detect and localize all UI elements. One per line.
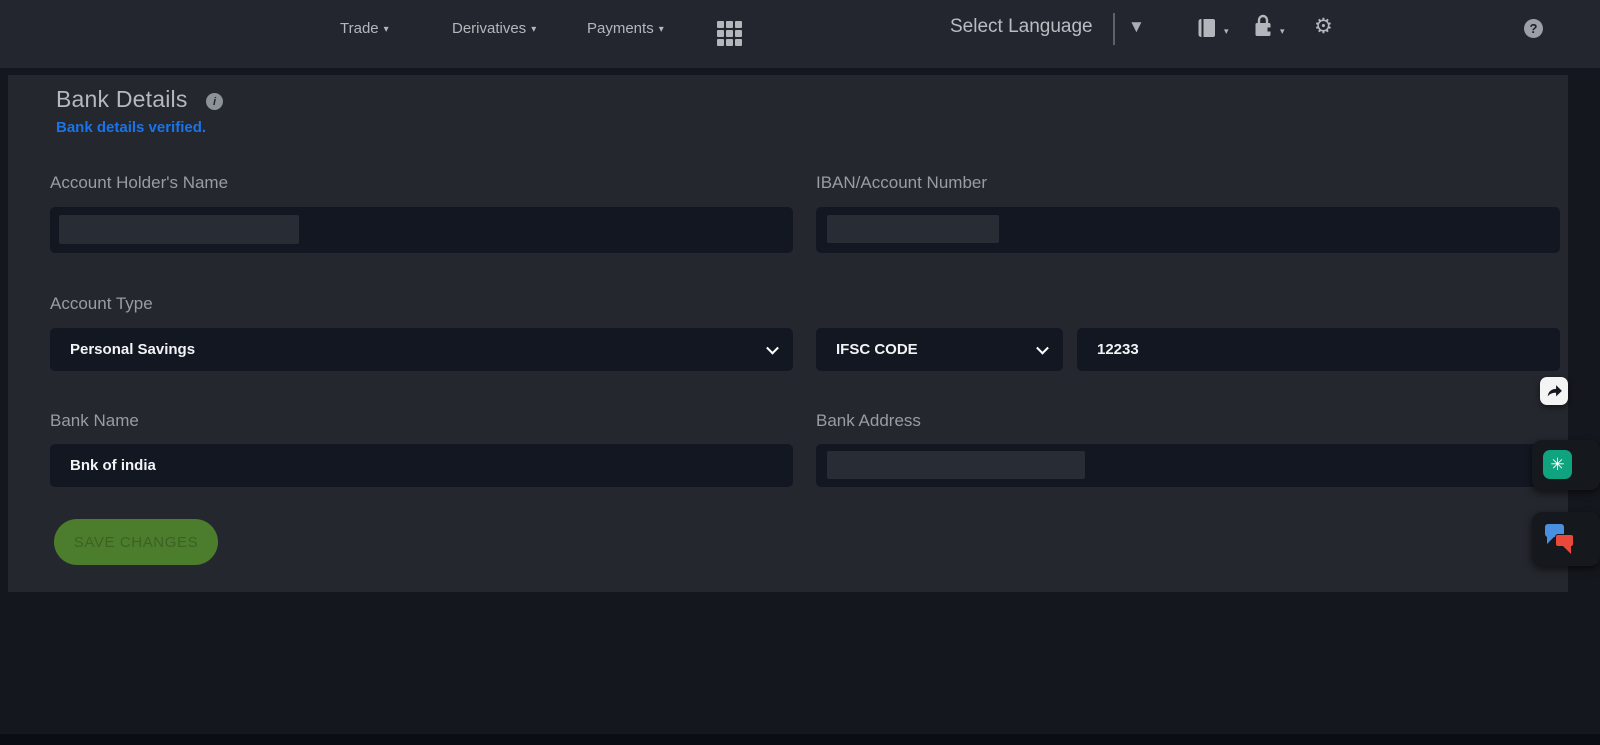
bank-name-input[interactable] bbox=[50, 444, 793, 487]
language-dropdown-triangle-icon[interactable]: ▼ bbox=[1128, 17, 1145, 37]
iban-label: IBAN/Account Number bbox=[816, 173, 988, 192]
book-icon[interactable] bbox=[1196, 17, 1218, 41]
chatgpt-widget: ✳ bbox=[1532, 440, 1600, 490]
book-caret-down-icon[interactable]: ▾ bbox=[1224, 26, 1229, 37]
nav-menu-payments[interactable]: Payments ▾ bbox=[587, 20, 664, 37]
apps-grid-icon[interactable] bbox=[716, 20, 742, 46]
language-divider bbox=[1113, 13, 1115, 45]
info-icon[interactable]: i bbox=[206, 93, 223, 110]
account-holder-label: Account Holder's Name bbox=[50, 173, 229, 192]
chat-bubbles-widget bbox=[1532, 512, 1600, 566]
nav-menu-derivatives[interactable]: Derivatives ▾ bbox=[452, 20, 536, 37]
gear-icon[interactable]: ⚙ bbox=[1314, 14, 1333, 39]
help-icon[interactable]: ? bbox=[1524, 19, 1543, 38]
account-type-value: Personal Savings bbox=[70, 341, 196, 358]
save-changes-button[interactable]: SAVE CHANGES bbox=[54, 519, 218, 565]
chevron-down-icon bbox=[1036, 341, 1049, 355]
chat-bubble-red-icon[interactable] bbox=[1555, 534, 1574, 554]
share-widget-button[interactable] bbox=[1540, 377, 1568, 405]
page-title: Bank Details bbox=[56, 86, 188, 112]
verified-status-text: Bank details verified. bbox=[56, 119, 207, 136]
nav-menu-derivatives-label: Derivatives bbox=[452, 20, 527, 37]
iban-input[interactable] bbox=[816, 207, 1560, 253]
iban-redaction bbox=[827, 215, 999, 243]
chatgpt-icon[interactable]: ✳ bbox=[1543, 450, 1572, 479]
nav-menu-trade[interactable]: Trade ▾ bbox=[340, 20, 389, 37]
bank-address-label: Bank Address bbox=[816, 411, 921, 430]
caret-down-icon: ▾ bbox=[658, 23, 664, 35]
caret-down-icon: ▾ bbox=[383, 23, 389, 35]
ifsc-number-input[interactable] bbox=[1077, 328, 1560, 371]
account-type-label: Account Type bbox=[50, 294, 153, 313]
account-holder-redaction bbox=[59, 215, 299, 244]
top-navbar: Trade ▾ Derivatives ▾ Payments ▾ Select … bbox=[0, 0, 1600, 68]
account-holder-input[interactable] bbox=[50, 207, 793, 253]
bottom-edge-strip bbox=[0, 734, 1600, 745]
caret-down-icon: ▾ bbox=[531, 23, 537, 35]
lock-caret-down-icon[interactable]: ▾ bbox=[1280, 26, 1285, 37]
nav-menu-trade-label: Trade bbox=[340, 20, 379, 37]
nav-menu-payments-label: Payments bbox=[587, 20, 654, 37]
bank-address-input[interactable] bbox=[816, 444, 1560, 487]
share-arrow-icon bbox=[1544, 381, 1564, 401]
lock-icon[interactable] bbox=[1252, 14, 1274, 40]
ifsc-code-select[interactable]: IFSC CODE bbox=[816, 328, 1063, 371]
ifsc-code-select-value: IFSC CODE bbox=[836, 341, 918, 358]
chevron-down-icon bbox=[766, 341, 779, 355]
bank-details-panel: Bank Details i Bank details verified. Ac… bbox=[8, 75, 1568, 592]
bank-address-redaction bbox=[827, 451, 1085, 479]
account-type-select[interactable]: Personal Savings bbox=[50, 328, 793, 371]
select-language-label[interactable]: Select Language bbox=[950, 16, 1093, 38]
bank-name-label: Bank Name bbox=[50, 411, 139, 430]
